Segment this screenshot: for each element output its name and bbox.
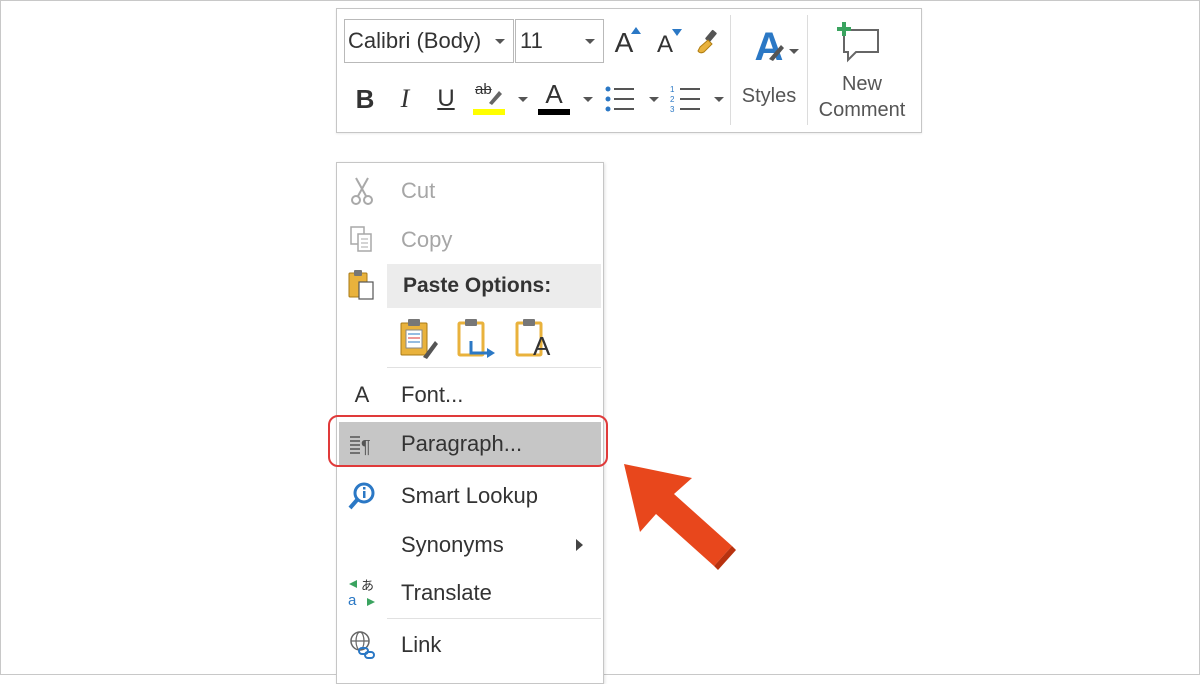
- paste-merge-formatting-button[interactable]: [457, 317, 497, 361]
- underline-icon: U: [437, 85, 455, 112]
- new-comment-label-line1: New: [841, 73, 882, 95]
- paragraph-highlight-ring: [328, 415, 608, 467]
- font-icon: A: [354, 382, 370, 407]
- caret-down-icon: [672, 29, 682, 36]
- svg-text:a: a: [348, 592, 357, 608]
- bulleted-list-icon: [605, 86, 634, 112]
- paste-options-header: Paste Options:: [387, 264, 601, 308]
- copy-icon: [347, 225, 377, 255]
- font-size-value: 11: [520, 28, 543, 53]
- submenu-arrow-icon: [576, 539, 583, 551]
- paste-keep-source-formatting-button[interactable]: [399, 317, 438, 361]
- font-color-icon: A: [545, 79, 563, 109]
- styles-button[interactable]: A: [741, 19, 799, 75]
- menu-item-synonyms[interactable]: Synonyms: [337, 523, 603, 567]
- chevron-down-icon[interactable]: [495, 38, 505, 44]
- font-name-combo[interactable]: Calibri (Body): [344, 19, 514, 63]
- brush-icon: [769, 45, 784, 61]
- pen-icon: [489, 91, 502, 105]
- chevron-down-icon[interactable]: [518, 97, 528, 103]
- highlight-color-swatch: [473, 109, 505, 115]
- bullets-button[interactable]: [603, 81, 637, 117]
- paste-options-label: Paste Options:: [403, 274, 552, 297]
- chevron-down-icon: [789, 49, 799, 54]
- menu-item-link[interactable]: Link: [337, 623, 603, 667]
- shrink-font-icon: A: [656, 31, 673, 58]
- svg-text:2: 2: [670, 95, 675, 104]
- paintbrush-icon: [697, 29, 717, 54]
- link-icon: [347, 630, 377, 660]
- toolbar-divider: [807, 15, 808, 125]
- paste-text-only-glyph: A: [533, 331, 551, 361]
- underline-button[interactable]: U: [433, 81, 459, 117]
- menu-item-font[interactable]: A Font...: [337, 373, 603, 417]
- text-highlight-button[interactable]: ab: [473, 79, 507, 117]
- chevron-down-icon[interactable]: [714, 97, 724, 103]
- translate-label: Translate: [401, 580, 492, 605]
- chevron-down-icon[interactable]: [585, 38, 595, 44]
- svg-text:あ: あ: [361, 579, 374, 594]
- new-comment-button[interactable]: [835, 19, 885, 65]
- link-label: Link: [401, 632, 442, 657]
- numbering-button[interactable]: 1 2 3: [669, 81, 703, 117]
- bold-button[interactable]: B: [351, 81, 379, 117]
- caret-up-icon: [631, 27, 641, 34]
- font-color-swatch: [538, 109, 570, 115]
- font-name-value: Calibri (Body): [348, 28, 482, 53]
- mini-toolbar: Calibri (Body) 11 A A A Styles New Comme…: [336, 8, 922, 133]
- menu-item-smart-lookup[interactable]: Smart Lookup: [337, 474, 603, 518]
- translate-icon: あ a: [347, 578, 377, 608]
- shrink-font-button[interactable]: A: [651, 29, 682, 61]
- svg-text:1: 1: [670, 85, 675, 94]
- clipboard-icon: [347, 268, 377, 302]
- format-painter-button[interactable]: [693, 25, 725, 59]
- font-color-button[interactable]: A: [537, 79, 571, 117]
- menu-item-translate[interactable]: あ a Translate: [337, 571, 603, 615]
- new-comment-label: New Comment: [812, 71, 912, 123]
- chevron-down-icon[interactable]: [649, 97, 659, 103]
- copy-label: Copy: [401, 227, 453, 252]
- styles-label: Styles: [741, 85, 797, 107]
- menu-item-cut[interactable]: Cut: [337, 169, 603, 213]
- scissors-icon: [347, 176, 377, 206]
- search-icon: [347, 481, 377, 511]
- italic-icon: I: [400, 84, 410, 113]
- smart-lookup-label: Smart Lookup: [401, 483, 538, 508]
- synonyms-label: Synonyms: [401, 532, 504, 557]
- paste-merge-formatting-icon: [457, 319, 495, 358]
- paste-text-only-button[interactable]: A: [515, 317, 555, 361]
- svg-text:3: 3: [670, 105, 675, 114]
- chevron-down-icon[interactable]: [583, 97, 593, 103]
- cut-label: Cut: [401, 178, 436, 203]
- new-comment-icon: [837, 22, 879, 63]
- pointer-arrow-icon: [624, 464, 736, 570]
- numbered-list-icon: 1 2 3: [670, 85, 700, 114]
- grow-font-button[interactable]: A: [609, 25, 641, 61]
- toolbar-divider: [730, 15, 731, 125]
- italic-button[interactable]: I: [393, 81, 417, 117]
- font-label: Font...: [401, 382, 464, 407]
- menu-separator: [387, 367, 601, 368]
- font-size-combo[interactable]: 11: [515, 19, 604, 63]
- menu-separator: [387, 618, 601, 619]
- paste-keep-formatting-icon: [400, 319, 438, 359]
- bold-icon: B: [355, 83, 375, 114]
- new-comment-label-line2: Comment: [818, 99, 906, 121]
- menu-item-copy[interactable]: Copy: [337, 218, 603, 262]
